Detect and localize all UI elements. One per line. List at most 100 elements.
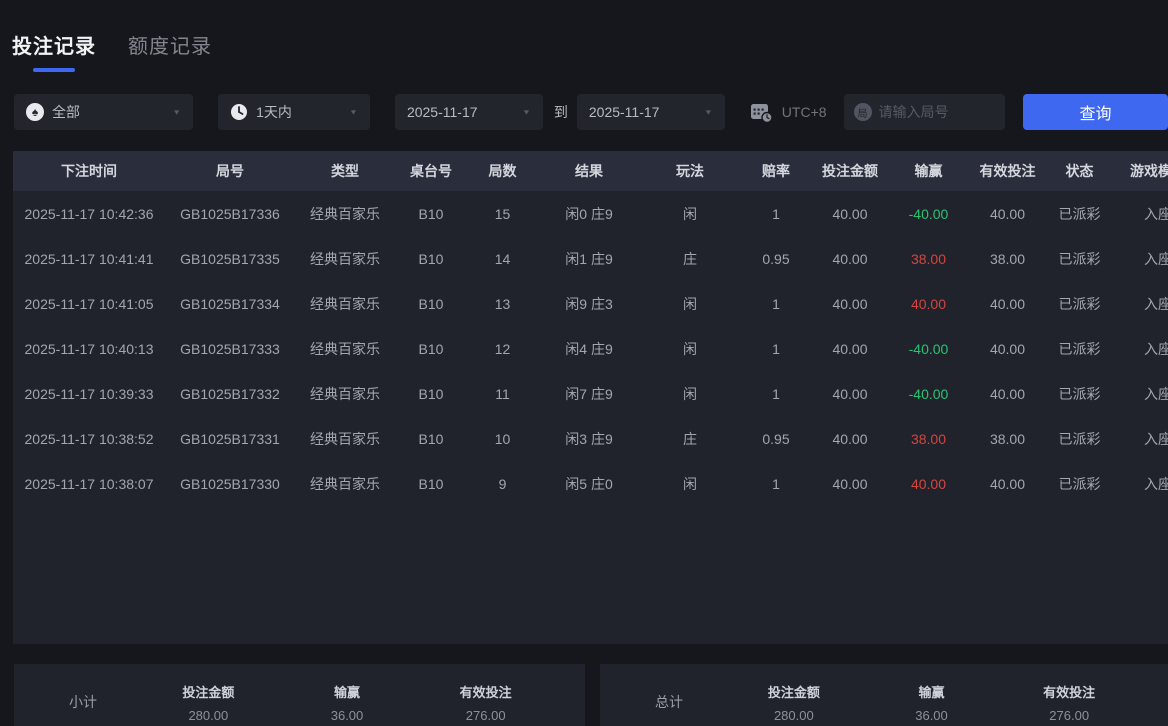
cell-time: 2025-11-17 10:38:07 [13,476,165,492]
round-number-input[interactable] [879,104,995,120]
cell-result: 闲7 庄9 [538,384,640,404]
cell-table-id: B10 [395,431,467,447]
subtotal-bet-label: 投注金额 [182,682,234,701]
subtotal-valid-group: 有效投注 276.00 [416,682,555,723]
tab-bet-records[interactable]: 投注记录 [12,30,96,72]
cell-round-id: GB1025B17332 [165,386,295,402]
subtotal-valid-label: 有效投注 [460,682,512,701]
cell-bet: 40.00 [812,431,888,447]
col-header-status: 状态 [1046,161,1113,181]
cell-bet: 40.00 [812,341,888,357]
cell-game-mode: 入座 [1113,249,1168,269]
cell-valid-bet: 38.00 [969,431,1046,447]
spade-icon: ♠ [26,103,44,121]
game-type-value: 全部 [52,102,80,122]
cell-round-no: 9 [467,476,538,492]
cell-type: 经典百家乐 [295,474,395,494]
cell-game-mode: 入座 [1113,294,1168,314]
col-header-time: 下注时间 [13,161,165,181]
game-type-select[interactable]: ♠ 全部 ▼ [14,94,193,130]
round-number-field: 局 [844,94,1005,130]
cell-table-id: B10 [395,386,467,402]
cell-time: 2025-11-17 10:41:05 [13,296,165,312]
col-header-odds: 赔率 [740,161,812,181]
cell-game-mode: 入座 [1113,474,1168,494]
subtotal-winloss-value: 36.00 [331,708,364,723]
cell-bet: 40.00 [812,296,888,312]
cell-time: 2025-11-17 10:39:33 [13,386,165,402]
cell-table-id: B10 [395,476,467,492]
cell-odds: 0.95 [740,251,812,267]
cell-bet: 40.00 [812,206,888,222]
cell-round-no: 13 [467,296,538,312]
cell-type: 经典百家乐 [295,249,395,269]
date-to-select[interactable]: 2025-11-17 ▼ [577,94,725,130]
cell-status: 已派彩 [1046,249,1113,269]
total-label: 总计 [655,692,725,712]
cell-result: 闲4 庄9 [538,339,640,359]
cell-status: 已派彩 [1046,294,1113,314]
cell-table-id: B10 [395,341,467,357]
cell-odds: 1 [740,386,812,402]
cell-valid-bet: 40.00 [969,476,1046,492]
cell-valid-bet: 40.00 [969,206,1046,222]
col-header-table-id: 桌台号 [395,161,467,181]
cell-play: 闲 [640,339,740,359]
cell-odds: 1 [740,341,812,357]
col-header-valid-bet: 有效投注 [969,161,1046,181]
round-badge-icon: 局 [854,103,872,121]
query-button[interactable]: 查询 [1023,94,1168,130]
cell-winloss: -40.00 [888,386,969,402]
cell-status: 已派彩 [1046,204,1113,224]
total-bet-label: 投注金额 [768,682,820,701]
cell-valid-bet: 40.00 [969,296,1046,312]
cell-odds: 1 [740,296,812,312]
time-range-select[interactable]: 1天内 ▼ [218,94,370,130]
date-from-select[interactable]: 2025-11-17 ▼ [395,94,543,130]
chevron-down-icon: ▼ [522,108,531,116]
total-winloss-group: 输赢 36.00 [863,682,1001,723]
cell-round-no: 15 [467,206,538,222]
cell-game-mode: 入座 [1113,204,1168,224]
cell-odds: 0.95 [740,431,812,447]
total-winloss-value: 36.00 [915,708,948,723]
table-row: 2025-11-17 10:40:13 GB1025B17333 经典百家乐 B… [13,326,1168,371]
cell-round-no: 14 [467,251,538,267]
col-header-game-mode: 游戏模式 [1113,161,1168,181]
cell-time: 2025-11-17 10:41:41 [13,251,165,267]
cell-round-id: GB1025B17336 [165,206,295,222]
cell-odds: 1 [740,476,812,492]
cell-result: 闲3 庄9 [538,429,640,449]
cell-play: 闲 [640,204,740,224]
cell-winloss: -40.00 [888,341,969,357]
subtotal-bet-value: 280.00 [188,708,228,723]
col-header-type: 类型 [295,161,395,181]
cell-odds: 1 [740,206,812,222]
cell-round-id: GB1025B17334 [165,296,295,312]
total-valid-label: 有效投注 [1043,682,1095,701]
subtotal-winloss-group: 输赢 36.00 [278,682,417,723]
cell-game-mode: 入座 [1113,339,1168,359]
cell-result: 闲9 庄3 [538,294,640,314]
active-tab-underline [33,68,75,72]
tab-quota-records[interactable]: 额度记录 [128,30,212,59]
date-to-value: 2025-11-17 [589,104,660,120]
cell-table-id: B10 [395,251,467,267]
col-header-play: 玩法 [640,161,740,181]
total-bet-value: 280.00 [774,708,814,723]
cell-valid-bet: 38.00 [969,251,1046,267]
cell-round-no: 11 [467,386,538,402]
cell-status: 已派彩 [1046,384,1113,404]
subtotal-valid-value: 276.00 [466,708,506,723]
cell-result: 闲1 庄9 [538,249,640,269]
cell-result: 闲5 庄0 [538,474,640,494]
filter-bar: ♠ 全部 ▼ 1天内 ▼ 2025-11-17 ▼ 到 2025-11-17 ▼ [0,94,1168,130]
cell-bet: 40.00 [812,386,888,402]
total-box: 总计 投注金额 280.00 输赢 36.00 有效投注 276.00 [600,664,1168,726]
cell-type: 经典百家乐 [295,339,395,359]
subtotal-box: 小计 投注金额 280.00 输赢 36.00 有效投注 276.00 [14,664,585,726]
cell-round-id: GB1025B17330 [165,476,295,492]
summary-footer: 小计 投注金额 280.00 输赢 36.00 有效投注 276.00 总计 投… [14,664,1168,726]
cell-status: 已派彩 [1046,429,1113,449]
subtotal-bet-group: 投注金额 280.00 [139,682,278,723]
